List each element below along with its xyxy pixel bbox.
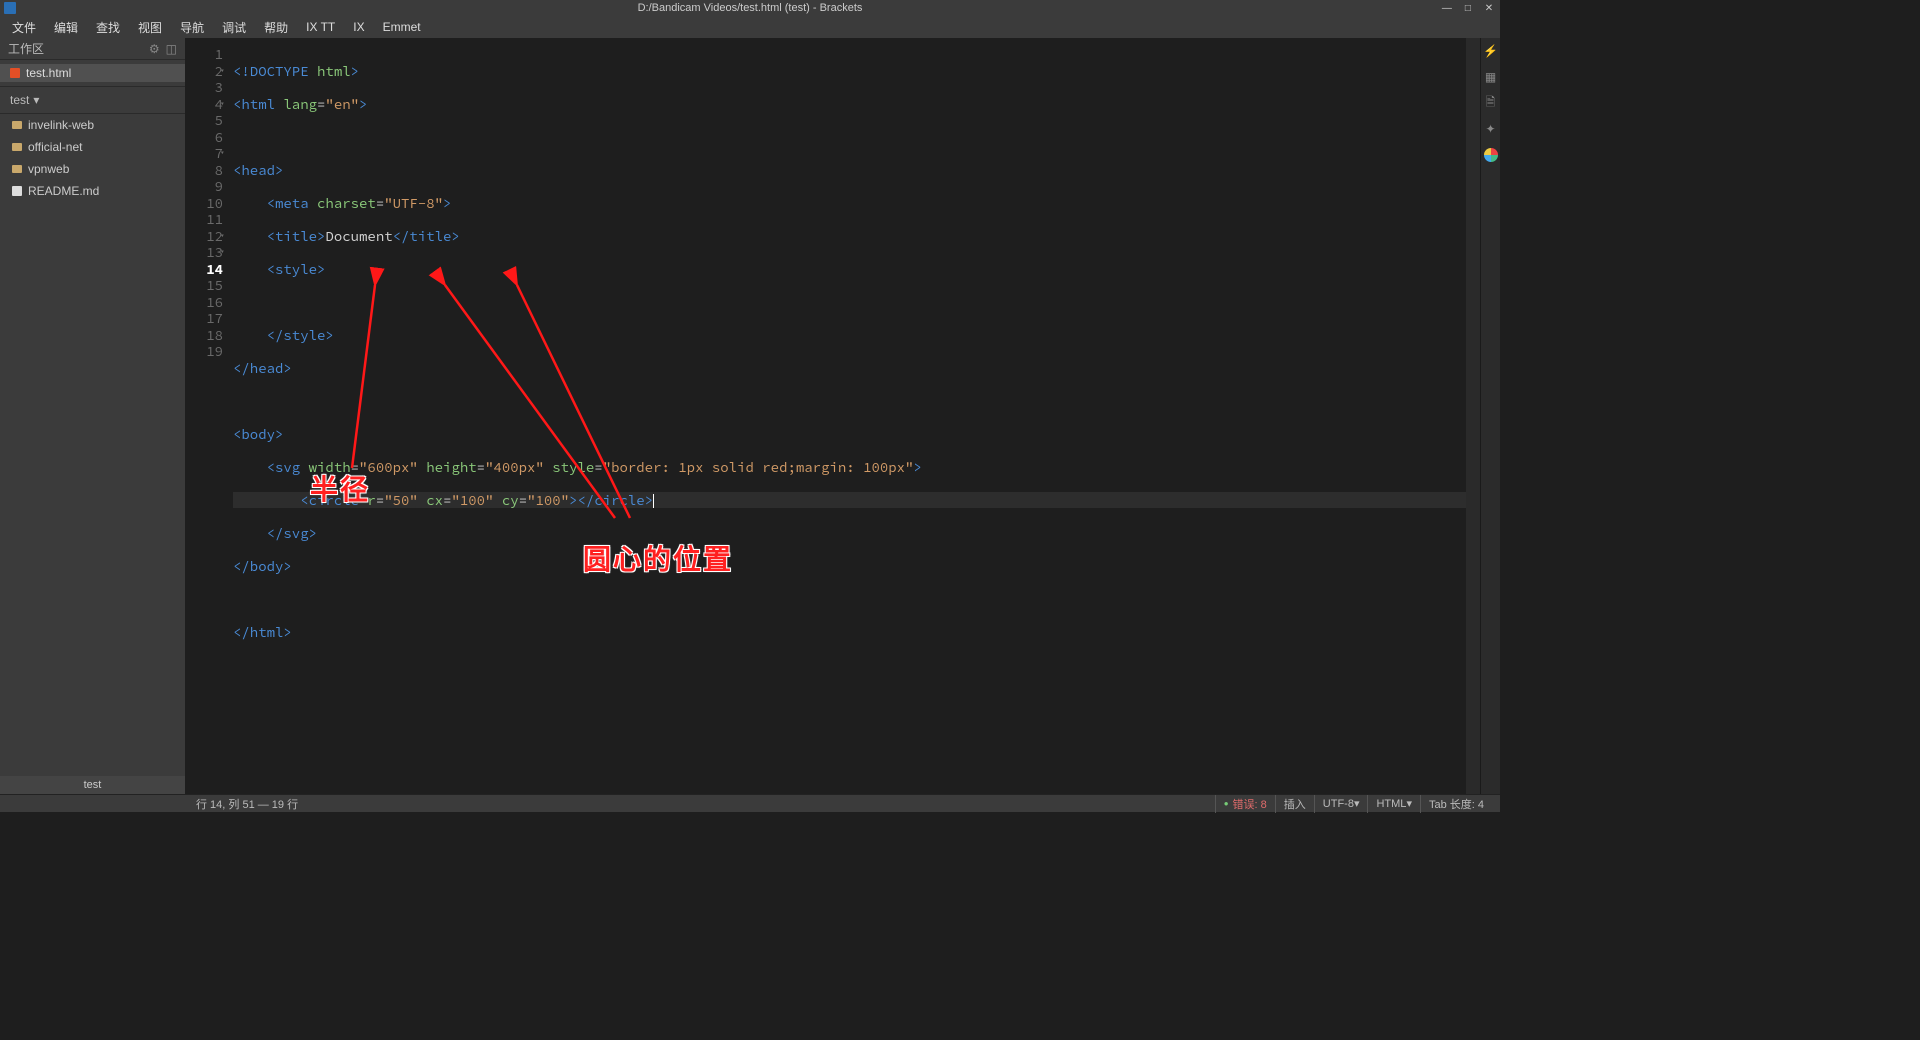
status-insert[interactable]: 插入	[1275, 795, 1314, 813]
split-panel-icon[interactable]: ◫	[166, 42, 177, 56]
sidebar: 工作区 ⚙ ◫ test.html test ▾ invelink-web of…	[0, 38, 185, 794]
editor-scrollbar[interactable]	[1466, 38, 1480, 794]
menu-view[interactable]: 视图	[130, 17, 170, 38]
menu-emmet[interactable]: Emmet	[375, 18, 429, 36]
folder-icon	[12, 121, 22, 129]
lego-icon[interactable]: ▦	[1484, 70, 1498, 84]
folder-icon	[12, 165, 22, 173]
menu-find[interactable]: 查找	[88, 17, 128, 38]
code-area[interactable]: <!DOCTYPE html> <html lang="en"> <head> …	[233, 46, 1500, 794]
project-item-readme[interactable]: README.md	[0, 180, 185, 202]
project-item-label: invelink-web	[28, 118, 94, 132]
folder-icon	[12, 143, 22, 151]
project-item-official[interactable]: official-net	[0, 136, 185, 158]
menubar: 文件 编辑 查找 视图 导航 调试 帮助 IX TT IX Emmet	[0, 16, 1500, 38]
open-file-tab[interactable]: test.html	[0, 64, 185, 82]
html-file-icon	[10, 68, 20, 78]
menu-edit[interactable]: 编辑	[46, 17, 86, 38]
titlebar: D:/Bandicam Videos/test.html (test) - Br…	[0, 0, 1500, 16]
close-button[interactable]: ✕	[1482, 1, 1496, 15]
bottom-file-tab-label: test	[84, 779, 102, 791]
menu-ixtt[interactable]: IX TT	[298, 18, 343, 36]
sidebar-section-header: 工作区 ⚙ ◫	[0, 38, 185, 60]
tools-icon[interactable]: ✦	[1484, 122, 1498, 136]
app-icon	[4, 2, 16, 14]
project-item-invelink[interactable]: invelink-web	[0, 114, 185, 136]
project-item-label: vpnweb	[28, 162, 69, 176]
extensions-icon[interactable]	[1484, 148, 1498, 162]
status-errors[interactable]: 错误: 8	[1215, 795, 1275, 813]
bottom-file-tab[interactable]: test	[0, 776, 185, 794]
chevron-down-icon: ▾	[33, 93, 39, 107]
sidebar-section-label: 工作区	[8, 40, 44, 57]
status-tabsize[interactable]: Tab 长度: 4	[1420, 795, 1492, 813]
project-item-label: official-net	[28, 140, 82, 154]
gear-icon[interactable]: ⚙	[149, 42, 160, 56]
status-cursor-pos: 行 14, 列 51 — 19 行	[196, 796, 298, 812]
project-name: test	[10, 93, 29, 107]
statusbar: 行 14, 列 51 — 19 行 错误: 8 插入 UTF-8 ▾ HTML …	[0, 794, 1500, 812]
right-panel: ⚡ ▦ 🗎 ✦	[1480, 38, 1500, 794]
window-title: D:/Bandicam Videos/test.html (test) - Br…	[638, 2, 863, 14]
menu-navigate[interactable]: 导航	[172, 17, 212, 38]
project-item-label: README.md	[28, 184, 99, 198]
document-icon[interactable]: 🗎	[1484, 96, 1498, 110]
editor[interactable]: 1 2 3 4 5 6 7 8 9 10 11 12 13 14 15 16 1…	[185, 38, 1500, 794]
status-encoding[interactable]: UTF-8 ▾	[1314, 795, 1368, 813]
markdown-file-icon	[12, 186, 22, 196]
menu-debug[interactable]: 调试	[214, 17, 254, 38]
menu-file[interactable]: 文件	[4, 17, 44, 38]
project-dropdown[interactable]: test ▾	[0, 86, 185, 114]
live-preview-icon[interactable]: ⚡	[1484, 44, 1498, 58]
open-file-label: test.html	[26, 66, 71, 80]
status-language[interactable]: HTML ▾	[1367, 795, 1419, 813]
project-item-vpnweb[interactable]: vpnweb	[0, 158, 185, 180]
menu-ix[interactable]: IX	[345, 18, 372, 36]
maximize-button[interactable]: □	[1461, 1, 1475, 15]
minimize-button[interactable]: —	[1440, 1, 1454, 15]
line-number-gutter: 1 2 3 4 5 6 7 8 9 10 11 12 13 14 15 16 1…	[185, 46, 233, 794]
menu-help[interactable]: 帮助	[256, 17, 296, 38]
